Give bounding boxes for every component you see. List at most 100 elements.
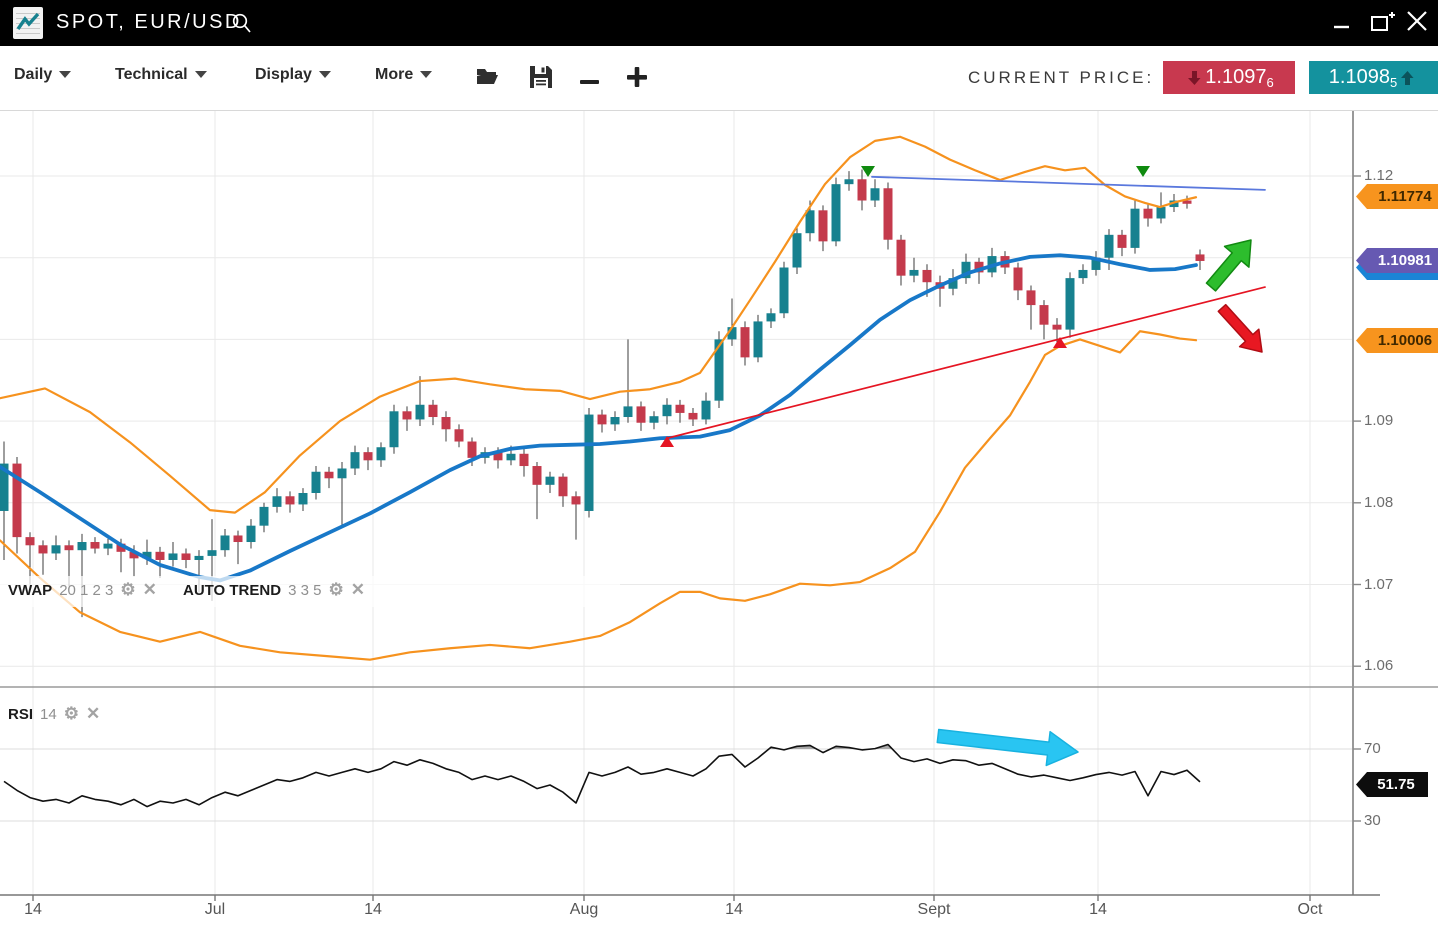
candle-bull	[611, 417, 620, 424]
candle-bear	[325, 472, 334, 479]
popout-button[interactable]	[1370, 10, 1396, 34]
price-tag-badge[interactable]: 1.11774	[1356, 184, 1438, 209]
candle-bull	[871, 188, 880, 200]
candle-bear	[819, 210, 828, 241]
close-window-button[interactable]	[1406, 10, 1430, 34]
bid-price-badge[interactable]: 1.10976	[1163, 61, 1295, 94]
bid-value: 1.1097	[1205, 66, 1266, 89]
rsi-axis-label: 30	[1364, 812, 1381, 829]
dropdown-daily[interactable]: Daily	[14, 66, 71, 84]
chevron-down-icon	[319, 71, 331, 78]
candle-bear	[1144, 209, 1153, 219]
price-tag-badge[interactable]: 51.75	[1356, 772, 1428, 797]
save-icon[interactable]	[528, 64, 554, 95]
candle-bull	[1066, 278, 1075, 329]
dropdown-more[interactable]: More	[375, 66, 432, 84]
candle-bear	[1196, 254, 1205, 261]
x-axis-label: 14	[725, 901, 743, 919]
ask-price-badge[interactable]: 1.10985	[1309, 61, 1438, 94]
ask-pip: 5	[1390, 75, 1397, 90]
open-folder-icon[interactable]	[475, 64, 503, 93]
candle-bear	[468, 442, 477, 458]
candle-bull	[390, 411, 399, 447]
buy-marker-icon	[1053, 337, 1067, 348]
candle-bear	[858, 179, 867, 200]
candle-bull	[754, 321, 763, 357]
candle-bull	[260, 507, 269, 526]
rsi-label: RSI	[8, 706, 33, 723]
x-axis-label: 14	[364, 901, 382, 919]
candle-bull	[663, 405, 672, 416]
gear-icon[interactable]: ⚙︎	[64, 704, 79, 724]
candle-bear	[741, 327, 750, 357]
rsi-overbought-fill	[4, 745, 1200, 841]
rsi-axis-label: 70	[1364, 740, 1381, 757]
zoom-in-button[interactable]	[626, 65, 648, 94]
candle-bull	[78, 542, 87, 550]
candle-bear	[897, 240, 906, 276]
candle-bull	[767, 313, 776, 321]
candle-bear	[364, 452, 373, 460]
gear-icon[interactable]: ⚙︎	[328, 580, 343, 600]
rsi-params: 14	[40, 706, 57, 723]
candle-bear	[182, 553, 191, 560]
x-axis-label: Jul	[205, 901, 225, 919]
green-up-arrow-annotation	[1206, 240, 1251, 291]
candle-bear	[533, 466, 542, 485]
candle-bull	[247, 526, 256, 542]
gear-icon[interactable]: ⚙︎	[120, 580, 135, 600]
candle-bear	[39, 545, 48, 553]
dropdown-technical[interactable]: Technical	[115, 66, 207, 84]
chart-line-glyph	[15, 11, 41, 35]
candle-bear	[1014, 268, 1023, 291]
search-icon[interactable]	[230, 11, 254, 40]
candle-bull	[910, 270, 919, 276]
vwap-label: VWAP	[8, 582, 52, 599]
candle-bear	[234, 535, 243, 542]
y-axis-label: 1.07	[1364, 576, 1393, 593]
vwap-params: 20 1 2 3	[59, 582, 113, 599]
current-price-label: CURRENT PRICE:	[968, 68, 1154, 88]
auto-trend-support-line	[667, 287, 1265, 438]
candle-bull	[104, 544, 113, 549]
candle-bear	[1040, 305, 1049, 325]
candle-bull	[273, 496, 282, 507]
candle-bull	[507, 454, 516, 461]
sell-marker-icon	[1136, 166, 1150, 177]
candle-bear	[572, 496, 581, 504]
dropdown-display[interactable]: Display	[255, 66, 331, 84]
rsi-line	[4, 745, 1200, 807]
zoom-out-button[interactable]	[579, 73, 601, 91]
ask-value: 1.1098	[1329, 66, 1390, 89]
candle-bull	[793, 233, 802, 267]
candle-bear	[676, 405, 685, 413]
auto-trend-label: AUTO TREND	[183, 582, 281, 599]
candle-bull	[208, 550, 217, 556]
bid-pip: 6	[1266, 75, 1273, 90]
arrow-up-icon	[1401, 70, 1414, 86]
candle-bull	[299, 493, 308, 504]
candle-bull	[1157, 207, 1166, 218]
candle-bear	[637, 406, 646, 422]
candle-bull	[377, 447, 386, 460]
app-logo-icon	[13, 7, 43, 39]
candle-bull	[702, 401, 711, 420]
price-tag-badge[interactable]: 1.10981	[1356, 248, 1438, 273]
candle-bear	[156, 552, 165, 560]
close-icon[interactable]: ✕	[143, 580, 157, 600]
minimize-button[interactable]	[1333, 16, 1351, 30]
auto-trend-resistance-line	[872, 177, 1265, 190]
candle-bull	[650, 416, 659, 423]
bollinger-lower-line	[0, 331, 1196, 659]
close-icon[interactable]: ✕	[86, 704, 100, 724]
title-bar: SPOT, EUR/USD	[0, 0, 1438, 46]
chart-canvas[interactable]	[0, 0, 1438, 929]
price-tag-badge[interactable]: 1.10006	[1356, 328, 1438, 353]
candle-bear	[65, 545, 74, 550]
close-icon[interactable]: ✕	[351, 580, 365, 600]
auto-trend-params: 3 3 5	[288, 582, 321, 599]
candle-bear	[26, 537, 35, 545]
y-axis-label: 1.06	[1364, 657, 1393, 674]
candle-bull	[845, 179, 854, 184]
candle-bear	[923, 270, 932, 282]
